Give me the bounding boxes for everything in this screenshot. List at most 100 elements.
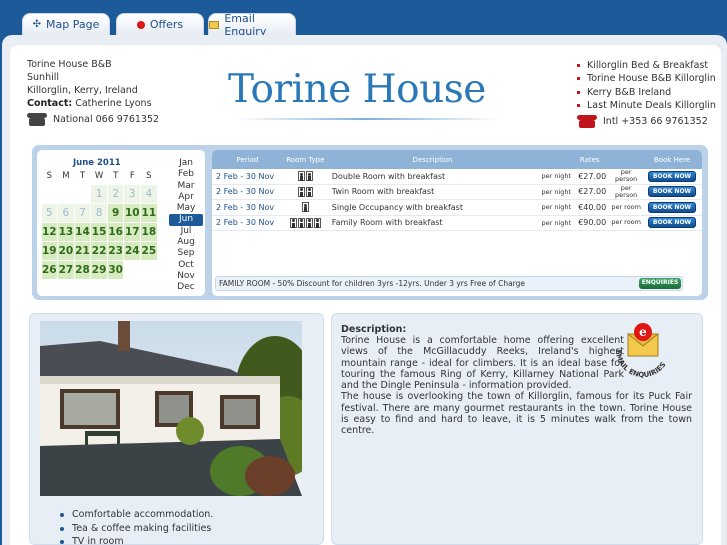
row-description: Double Room with breakfast [331,171,446,181]
room-type-icons [283,217,328,228]
row-unit: per person [615,184,638,199]
header-book-here: Book Here [653,155,691,164]
calendar-day-available[interactable]: 18 [141,222,157,241]
calendar-day-available[interactable]: 21 [74,241,91,260]
calendar-day-available[interactable]: 30 [107,260,124,279]
row-period: 2 Feb - 30 Nov [216,187,275,197]
email-enquiries-badge[interactable]: e EMAIL ENQUIRIES [610,322,676,380]
link-kerry-bb[interactable]: Kerry B&B Ireland [577,86,716,99]
calendar-day-available[interactable]: 13 [58,222,74,241]
month-selector: Jan Feb Mar Apr May Jun Jul Aug Sep Oct … [169,158,203,294]
enquiries-button[interactable]: ENQUIRIES [639,278,681,289]
phone-intl-text: Intl +353 66 9761352 [603,116,708,127]
description-title: Description: [341,324,407,335]
calendar-day-available[interactable]: 28 [74,260,91,279]
month-item[interactable]: Mar [169,181,203,192]
person-icon [301,202,309,213]
calendar-day-available[interactable]: 20 [58,241,74,260]
address-line: Killorglin, Kerry, Ireland [27,85,138,96]
rates-section: June 2011 S M T W T F S 1 2 3 4 5 6 7 8 … [32,145,708,300]
calendar-day-available[interactable]: 16 [107,222,124,241]
calendar-day-available[interactable]: 19 [41,241,58,260]
calendar-day-empty [75,185,91,203]
weekday: T [79,171,86,181]
month-item[interactable]: Jul [169,226,203,237]
photo-panel: Comfortable accommodation. Tea & coffee … [29,313,324,545]
calendar-title: June 2011 [73,158,121,168]
calendar-day-available[interactable]: 22 [91,241,107,260]
month-item[interactable]: May [169,203,203,214]
person-icon [305,186,313,197]
contact-label: Contact: [27,98,73,109]
calendar-day: 6 [58,203,74,222]
address-block: Torine House B&B Sunhill Killorglin, Ker… [27,58,152,110]
month-item[interactable]: Dec [169,282,203,293]
calendar-day-available[interactable]: 17 [124,222,141,241]
calendar-day: 2 [107,184,124,203]
calendar-day-available[interactable]: 25 [141,241,157,260]
house-photo [40,321,302,496]
calendar-weekdays: S M T W T F S [41,171,157,181]
link-torine-house[interactable]: Torine House B&B Killorglin [577,72,716,85]
row-per: per night [541,187,572,196]
month-item[interactable]: Jan [169,158,203,169]
calendar-day: 7 [74,203,91,222]
month-item[interactable]: Nov [169,271,203,282]
row-period: 2 Feb - 30 Nov [216,218,275,228]
calendar-day: 4 [141,184,157,203]
person-icon [297,186,305,197]
calendar-day-available[interactable]: 27 [58,260,74,279]
calendar-day-available[interactable]: 9 [107,203,124,222]
calendar-day-available[interactable]: 26 [41,260,58,279]
address-line: Sunhill [27,72,60,83]
month-item-selected[interactable]: Jun [169,214,203,226]
weekday: S [146,171,152,181]
month-item[interactable]: Sep [169,248,203,259]
month-item[interactable]: Aug [169,237,203,248]
calendar-day-available[interactable]: 24 [124,241,141,260]
feature-item: Tea & coffee making facilities [60,522,213,536]
calendar-day-available[interactable]: 15 [91,222,107,241]
weekday: M [62,171,70,181]
month-item[interactable]: Oct [169,260,203,271]
calendar-day: 3 [124,184,141,203]
book-now-button[interactable]: BOOK NOW [647,217,697,229]
family-room-note: FAMILY ROOM - 50% Discount for children … [215,276,683,291]
tab-label: Offers [149,18,184,31]
weekday: S [46,171,52,181]
table-row: 2 Feb - 30 Nov Family Room with breakfas… [212,216,702,231]
calendar-day: 8 [91,203,107,222]
book-now-button[interactable]: BOOK NOW [647,201,697,213]
site-logo[interactable]: Torine House [228,67,486,112]
calendar-day-available[interactable]: 12 [41,222,58,241]
person-icon [313,217,321,228]
description-paragraph: The house is overlooking the town of Kil… [341,391,692,437]
row-period: 2 Feb - 30 Nov [216,171,275,181]
table-row: 2 Feb - 30 Nov Single Occupancy with bre… [212,200,702,216]
tab-email-enquiry[interactable]: Email Enquiry [208,12,296,38]
link-last-minute[interactable]: Last Minute Deals Killorglin [577,99,716,112]
row-rate: €40.00 [578,202,607,212]
row-unit: per person [615,169,638,184]
person-icon [297,217,305,228]
feature-item: TV in room [60,535,213,545]
row-rate: €27.00 [578,187,607,197]
calendar-day-available[interactable]: 11 [141,203,157,222]
calendar-day-available[interactable]: 23 [107,241,124,260]
row-per: per night [541,203,572,212]
calendar-day-empty [42,185,58,203]
page-frame: Torine House B&B Sunhill Killorglin, Ker… [2,35,727,545]
link-killorglin-bb[interactable]: Killorglin Bed & Breakfast [577,59,716,72]
month-item[interactable]: Apr [169,192,203,203]
book-now-button[interactable]: BOOK NOW [647,170,697,182]
month-item[interactable]: Feb [169,169,203,180]
phone-national-text: National 066 9761352 [53,114,160,125]
calendar-days: 1 2 3 4 5 6 7 8 9 10 11 12 13 14 15 16 1… [41,184,157,279]
calendar-day-available[interactable]: 10 [124,203,141,222]
tab-map-page[interactable]: ✣ Map Page [22,13,110,35]
calendar-day-available[interactable]: 29 [91,260,107,279]
row-rate: €27.00 [578,171,607,181]
calendar-day-available[interactable]: 14 [74,222,91,241]
book-now-button[interactable]: BOOK NOW [647,186,697,198]
tab-offers[interactable]: Offers [116,13,204,35]
